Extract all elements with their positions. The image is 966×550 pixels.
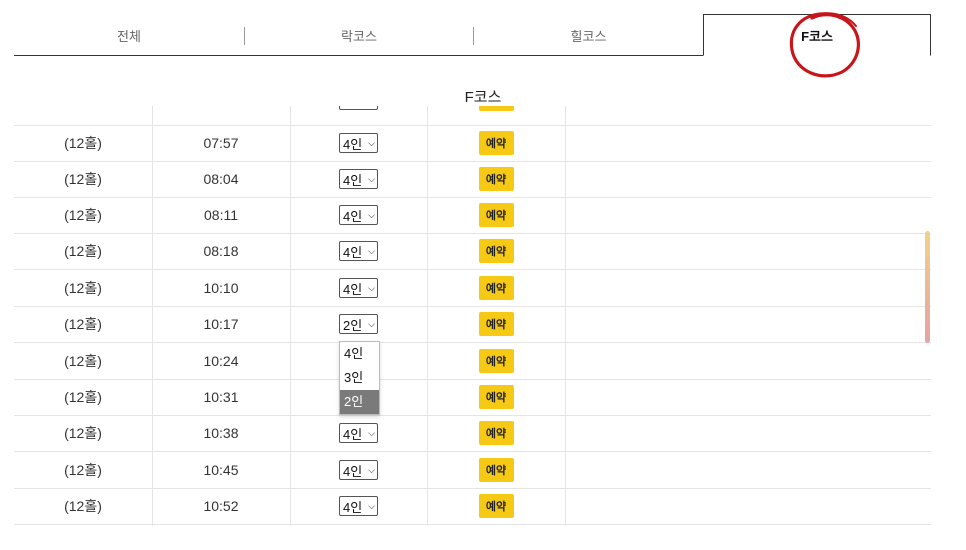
chevron-down-icon: ⌵ (368, 282, 375, 293)
holes-cell: (12홀) (64, 207, 102, 223)
people-value: 4인 (343, 426, 363, 442)
tee-time-cell: 10:52 (203, 498, 239, 514)
tab-label: 락코스 (341, 28, 377, 44)
table-row: (12홀) 10:17 2인 ⌵ 예약 (14, 306, 931, 343)
tab-label: F코스 (801, 28, 833, 44)
tee-time-cell: 08:04 (203, 171, 239, 187)
reserve-button[interactable]: 예약 (478, 385, 514, 409)
dropdown-option-4[interactable]: 4인 (340, 342, 379, 366)
tee-time-cell: 10:31 (203, 389, 239, 405)
tee-time-cell: 10:10 (203, 280, 239, 296)
people-value: 4인 (343, 172, 363, 188)
holes-cell: (12홀) (64, 425, 102, 441)
chevron-down-icon: ⌵ (368, 245, 375, 256)
tee-time-cell: 10:38 (203, 425, 239, 441)
reserve-button[interactable]: 예약 (478, 494, 514, 518)
tab-label: 힐코스 (570, 28, 607, 44)
table-row: (12홀) 08:18 4인 ⌵ 예약 (14, 233, 931, 270)
chevron-down-icon: ⌵ (368, 500, 375, 511)
holes-cell: (12홀) (64, 135, 102, 151)
people-select[interactable] (339, 106, 378, 110)
reserve-button[interactable]: 예약 (478, 239, 514, 263)
reserve-button[interactable]: 예약 (478, 276, 514, 300)
tab-all[interactable]: 전체 (14, 14, 244, 56)
table-row: (12홀) 07:57 4인 ⌵ 예약 (14, 125, 931, 162)
holes-cell: (12홀) (64, 243, 102, 259)
people-value: 4인 (343, 463, 363, 479)
tee-time-cell: 10:24 (203, 353, 239, 369)
chevron-down-icon: ⌵ (368, 464, 375, 475)
chevron-down-icon: ⌵ (368, 318, 375, 329)
people-value: 4인 (343, 208, 363, 224)
holes-cell: (12홀) (64, 280, 102, 296)
holes-cell: (12홀) (64, 498, 102, 514)
people-dropdown-list: 4인 3인 2인 (339, 341, 380, 415)
people-select[interactable]: 4인 ⌵ (339, 460, 378, 480)
people-select[interactable]: 4인 ⌵ (339, 169, 378, 189)
chevron-down-icon: ⌵ (368, 209, 375, 220)
holes-cell: (12홀) (64, 389, 102, 405)
tab-rock-course[interactable]: 락코스 (244, 14, 474, 56)
table-row: (12홀) 10:45 4인 ⌵ 예약 (14, 452, 931, 489)
people-select[interactable]: 4인 ⌵ (339, 423, 378, 443)
people-value: 4인 (343, 244, 363, 260)
holes-cell: (12홀) (64, 462, 102, 478)
people-select[interactable]: 4인 ⌵ (339, 133, 378, 153)
holes-cell: (12홀) (64, 171, 102, 187)
scrollbar-thumb[interactable] (925, 231, 930, 343)
people-select[interactable]: 4인 ⌵ (339, 496, 378, 516)
section-title: F코스 (464, 89, 502, 106)
tab-hill-course[interactable]: 힐코스 (474, 14, 703, 56)
people-select-open[interactable]: 2인 ⌵ (339, 314, 378, 334)
tab-f-course[interactable]: F코스 (703, 14, 931, 56)
chevron-down-icon: ⌵ (368, 173, 375, 184)
tab-label: 전체 (117, 28, 141, 44)
people-select[interactable]: 4인 ⌵ (339, 241, 378, 261)
people-select[interactable]: 4인 ⌵ (339, 278, 378, 298)
table-row-partial (14, 106, 931, 126)
people-select[interactable]: 4인 ⌵ (339, 205, 378, 225)
holes-cell: (12홀) (64, 316, 102, 332)
reserve-button[interactable]: 예약 (478, 312, 514, 336)
dropdown-option-2-selected[interactable]: 2인 (340, 390, 379, 414)
table-row: (12홀) 10:38 4인 ⌵ 예약 (14, 415, 931, 452)
table-row: (12홀) 10:52 4인 ⌵ 예약 (14, 488, 931, 525)
chevron-down-icon: ⌵ (368, 137, 375, 148)
dropdown-option-3[interactable]: 3인 (340, 366, 379, 390)
reserve-button[interactable]: 예약 (478, 349, 514, 373)
table-row: (12홀) 08:04 4인 ⌵ 예약 (14, 161, 931, 198)
tee-time-cell: 10:45 (203, 462, 239, 478)
tee-time-cell: 07:57 (203, 135, 239, 151)
course-tabs: 전체 락코스 힐코스 F코스 (14, 12, 931, 78)
reserve-button[interactable]: 예약 (478, 458, 514, 482)
table-row: (12홀) 10:10 4인 ⌵ 예약 (14, 270, 931, 307)
table-row: (12홀) 08:11 4인 ⌵ 예약 (14, 197, 931, 234)
tee-time-table: (12홀) 07:57 4인 ⌵ 예약 (12홀) 08:04 4인 ⌵ 예약 (1… (14, 106, 931, 526)
reserve-button[interactable]: 예약 (478, 421, 514, 445)
people-value: 4인 (343, 136, 363, 152)
tee-time-cell: 08:18 (203, 243, 239, 259)
table-row: (12홀) 10:24 예약 (14, 343, 931, 380)
reserve-button[interactable]: 예약 (478, 167, 514, 191)
tee-time-cell: 10:17 (203, 316, 239, 332)
people-value: 4인 (343, 281, 363, 297)
people-value: 2인 (343, 317, 363, 333)
reserve-button[interactable]: 예약 (478, 131, 514, 155)
tee-time-cell: 08:11 (204, 207, 238, 223)
table-row: (12홀) 10:31 예약 (14, 379, 931, 416)
reserve-button[interactable]: 예약 (478, 203, 514, 227)
chevron-down-icon: ⌵ (368, 427, 375, 438)
reserve-button[interactable] (478, 106, 514, 111)
holes-cell: (12홀) (64, 353, 102, 369)
people-value: 4인 (343, 499, 363, 515)
